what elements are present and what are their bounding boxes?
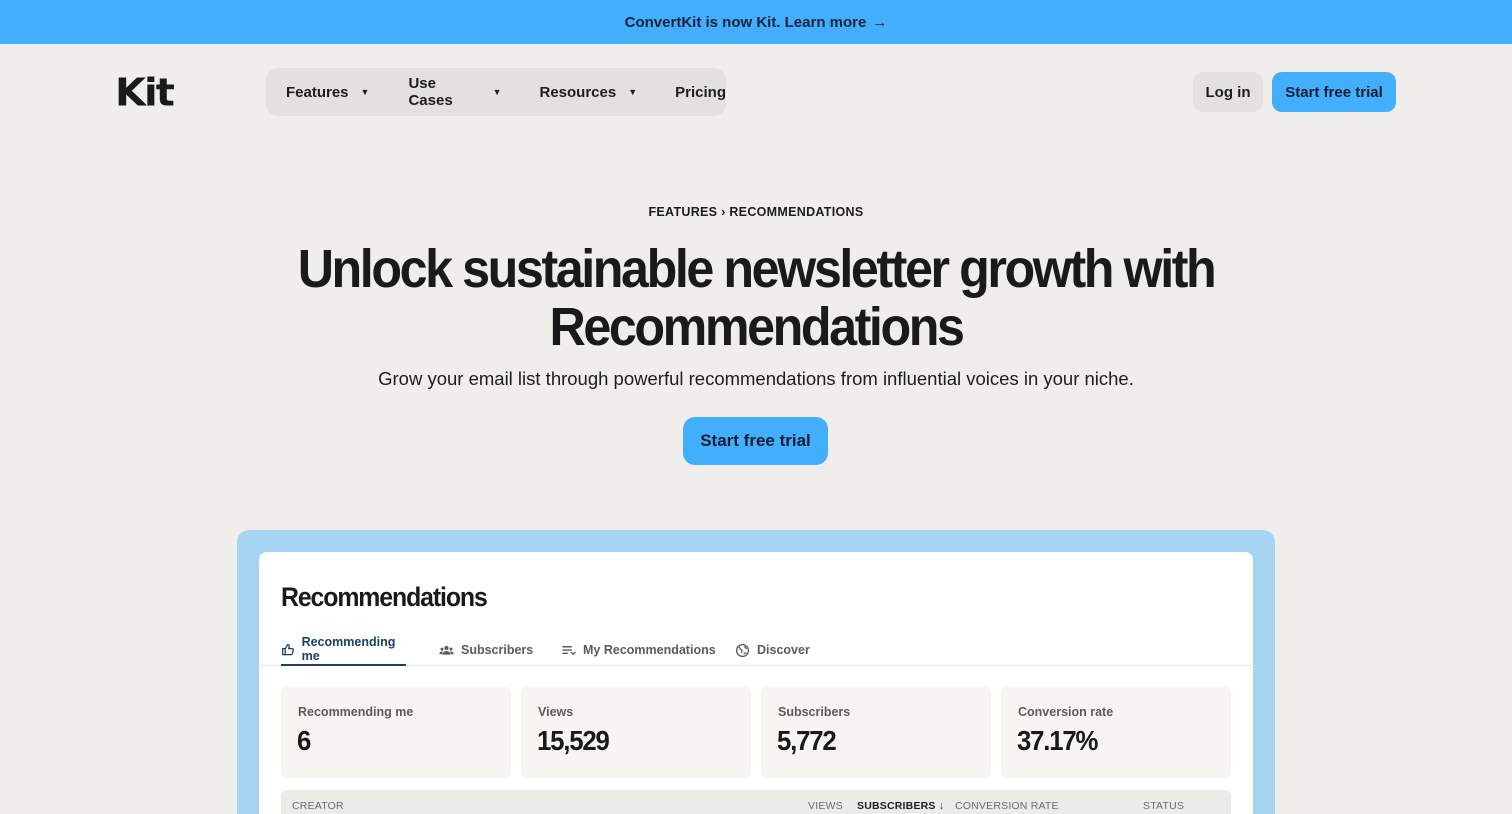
page-subheading: Grow your email list through powerful re… <box>378 368 1134 389</box>
caret-down-icon: ▼ <box>492 87 502 97</box>
nav-pricing[interactable]: Pricing <box>675 84 726 101</box>
users-icon <box>439 645 454 655</box>
nav-features[interactable]: Features ▼ <box>286 84 369 101</box>
tab-my-recommendations-label: My Recommendations <box>583 643 716 657</box>
stat-card-subscribers: Subscribers 5,772 <box>761 687 991 778</box>
stat-label: Views <box>538 705 574 719</box>
announcement-banner[interactable]: ConvertKit is now Kit. Learn more → <box>0 0 1512 44</box>
breadcrumb-separator: › <box>721 205 726 219</box>
caret-down-icon: ▼ <box>360 87 370 97</box>
caret-down-icon: ▼ <box>628 87 638 97</box>
login-button[interactable]: Log in <box>1193 72 1263 112</box>
tab-subscribers[interactable]: Subscribers <box>439 634 533 666</box>
thumbs-up-icon <box>282 643 294 655</box>
column-header-views[interactable]: VIEWS <box>808 800 843 812</box>
nav-features-label: Features <box>286 83 349 101</box>
tab-subscribers-label: Subscribers <box>461 643 534 657</box>
nav-resources[interactable]: Resources ▼ <box>540 84 638 101</box>
stat-value: 6 <box>297 725 311 756</box>
sort-arrow-down-icon: ↓ <box>938 800 945 812</box>
nav-resources-label: Resources <box>539 83 617 101</box>
arrow-right-icon: → <box>872 13 888 31</box>
nav-use-cases[interactable]: Use Cases ▼ <box>408 75 501 109</box>
tab-recommending-me[interactable]: Recommending me <box>281 634 406 666</box>
start-trial-button-hero[interactable]: Start free trial <box>683 417 828 465</box>
breadcrumb-recommendations[interactable]: RECOMMENDATIONS <box>729 205 863 219</box>
headline-line-2: Recommendations <box>549 297 964 357</box>
kit-logo[interactable]: Kit <box>115 74 175 112</box>
breadcrumb-features[interactable]: FEATURES <box>648 205 717 219</box>
stat-label: Conversion rate <box>1018 705 1114 719</box>
column-header-subscribers[interactable]: SUBSCRIBERS ↓ <box>857 800 944 812</box>
stat-value: 15,529 <box>537 725 610 756</box>
nav-pricing-label: Pricing <box>675 83 726 101</box>
table-header: CREATOR VIEWS SUBSCRIBERS ↓ CONVERSION R… <box>281 790 1231 814</box>
headline-line-1: Unlock sustainable newsletter growth wit… <box>297 239 1217 299</box>
dashboard-title: Recommendations <box>281 582 488 612</box>
stat-value: 5,772 <box>777 725 837 756</box>
stat-card-recommending-me: Recommending me 6 <box>281 687 511 778</box>
stat-value: 37.17% <box>1017 725 1098 756</box>
nav-use-cases-label: Use Cases <box>408 75 453 109</box>
page-headline: Unlock sustainable newsletter growth wit… <box>53 240 1459 356</box>
column-header-status[interactable]: STATUS <box>1143 800 1184 812</box>
globe-icon <box>735 643 750 657</box>
column-header-conversion-rate[interactable]: CONVERSION RATE <box>955 800 1059 812</box>
stat-label: Subscribers <box>778 705 851 719</box>
tab-discover-label: Discover <box>757 643 810 657</box>
tab-discover[interactable]: Discover <box>735 634 810 666</box>
start-trial-button-header[interactable]: Start free trial <box>1272 72 1396 112</box>
list-icon <box>562 645 576 655</box>
main-nav: Features ▼ Use Cases ▼ Resources ▼ Prici… <box>266 68 726 116</box>
stat-card-views: Views 15,529 <box>521 687 751 778</box>
banner-text: ConvertKit is now Kit. Learn more <box>624 13 867 31</box>
column-header-subscribers-label: SUBSCRIBERS <box>857 800 936 812</box>
stat-card-conversion-rate: Conversion rate 37.17% <box>1001 687 1231 778</box>
dashboard-tabs: Recommending me Subscribers My Recommend… <box>259 634 1253 666</box>
column-header-creator[interactable]: CREATOR <box>292 800 344 812</box>
tab-my-recommendations[interactable]: My Recommendations <box>561 634 716 666</box>
tab-recommending-me-label: Recommending me <box>301 635 396 663</box>
breadcrumb: FEATURES › RECOMMENDATIONS <box>0 205 1512 219</box>
dashboard-preview: Recommendations Recommending me Subscrib… <box>259 552 1253 814</box>
stat-label: Recommending me <box>298 705 414 719</box>
